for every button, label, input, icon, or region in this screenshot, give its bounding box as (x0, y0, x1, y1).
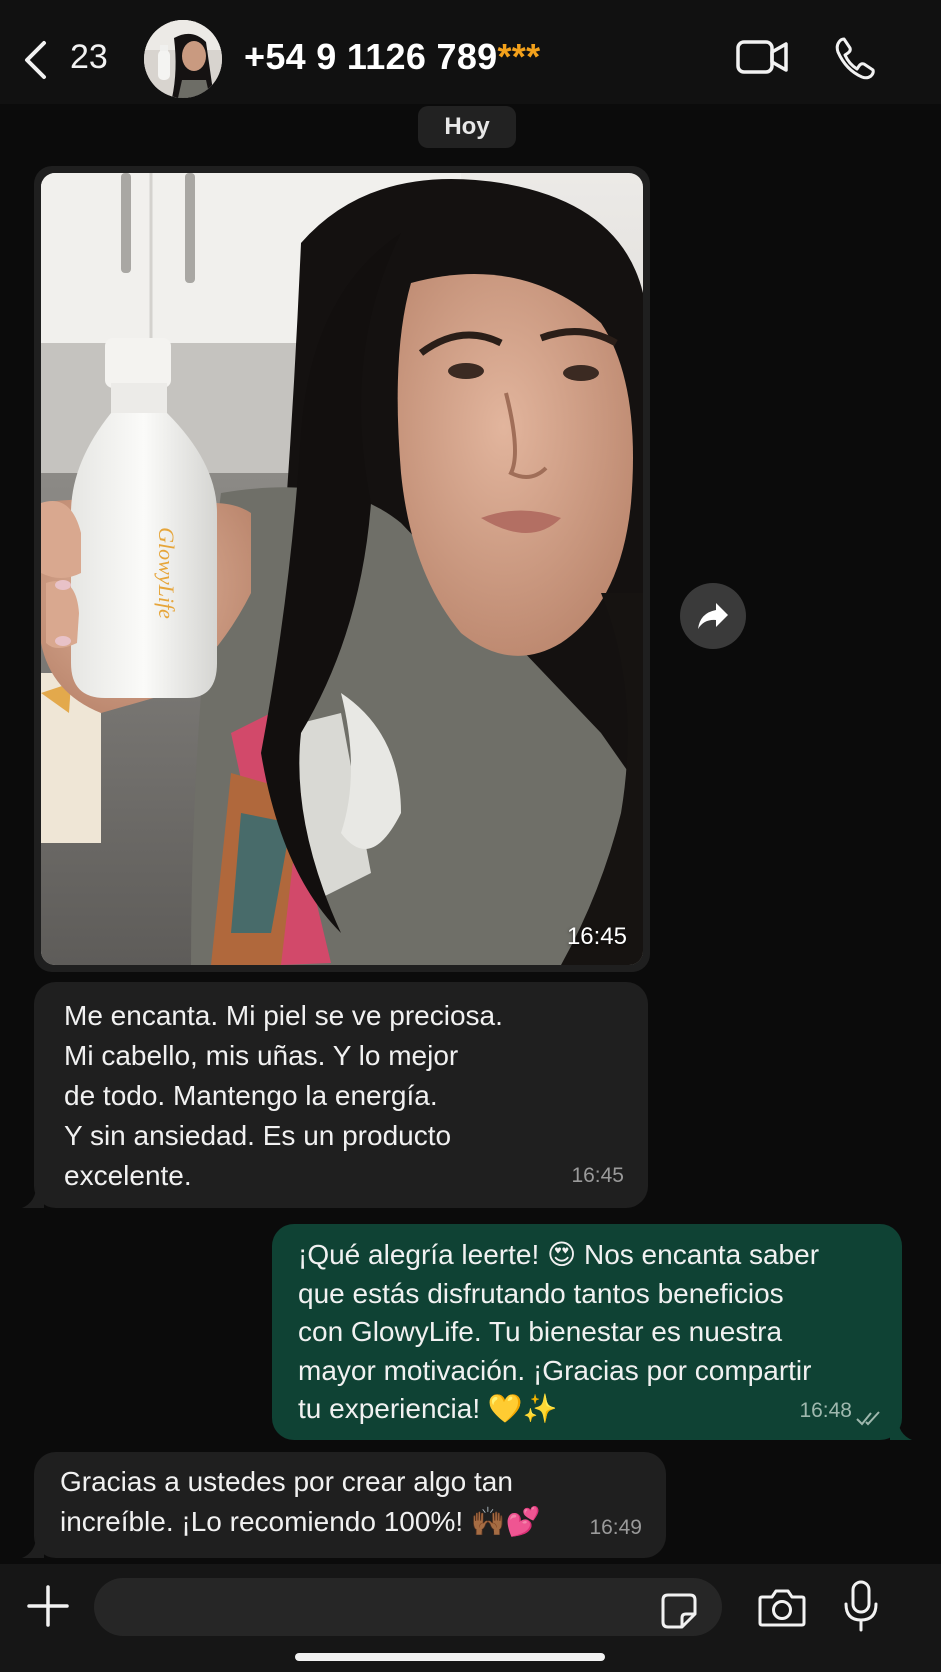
chevron-left-icon[interactable] (22, 40, 50, 80)
microphone-icon[interactable] (843, 1580, 879, 1632)
date-separator: Hoy (418, 106, 516, 148)
read-receipt-icon (856, 1411, 880, 1426)
bottle-label: GlowyLife (154, 527, 179, 619)
camera-icon[interactable] (758, 1586, 806, 1628)
image-message[interactable]: GlowyLife 16:45 (34, 166, 650, 972)
message-time: 16:45 (566, 923, 627, 950)
forward-icon (698, 603, 728, 629)
bubble-tail (890, 1418, 912, 1440)
bubble-tail (22, 1186, 44, 1208)
message-time: 16:48 (799, 1398, 852, 1422)
forward-button[interactable] (680, 583, 746, 649)
message-time: 16:49 (589, 1516, 642, 1539)
contact-number: +54 9 1126 789 (244, 36, 498, 77)
photo-image: GlowyLife (41, 173, 643, 965)
message-input[interactable] (94, 1578, 722, 1636)
incoming-message[interactable]: Me encanta. Mi piel se ve preciosa. Mi c… (34, 982, 648, 1208)
photo[interactable]: GlowyLife 16:45 (41, 173, 643, 965)
bubble-tail (22, 1536, 44, 1558)
avatar[interactable] (144, 20, 222, 98)
message-time: 16:45 (571, 1164, 624, 1187)
outgoing-message[interactable]: ¡Qué alegría leerte! 😍 Nos encanta saber… (272, 1224, 902, 1440)
home-indicator (295, 1653, 605, 1661)
contact-number-mask: *** (497, 36, 541, 77)
plus-icon[interactable] (26, 1584, 70, 1628)
message-text: Gracias a ustedes por crear algo tan inc… (60, 1466, 541, 1537)
incoming-message[interactable]: Gracias a ustedes por crear algo tan inc… (34, 1452, 666, 1558)
contact-name[interactable]: +54 9 1126 789*** (244, 36, 540, 78)
video-call-icon[interactable] (736, 38, 788, 76)
message-text: Me encanta. Mi piel se ve preciosa. Mi c… (64, 1000, 503, 1191)
chat-header: 23 +54 9 1126 789*** (0, 0, 941, 104)
phone-call-icon[interactable] (834, 36, 876, 80)
unread-count[interactable]: 23 (70, 38, 108, 77)
sticker-icon[interactable] (660, 1592, 698, 1630)
message-text: ¡Qué alegría leerte! 😍 Nos encanta saber… (298, 1239, 820, 1424)
